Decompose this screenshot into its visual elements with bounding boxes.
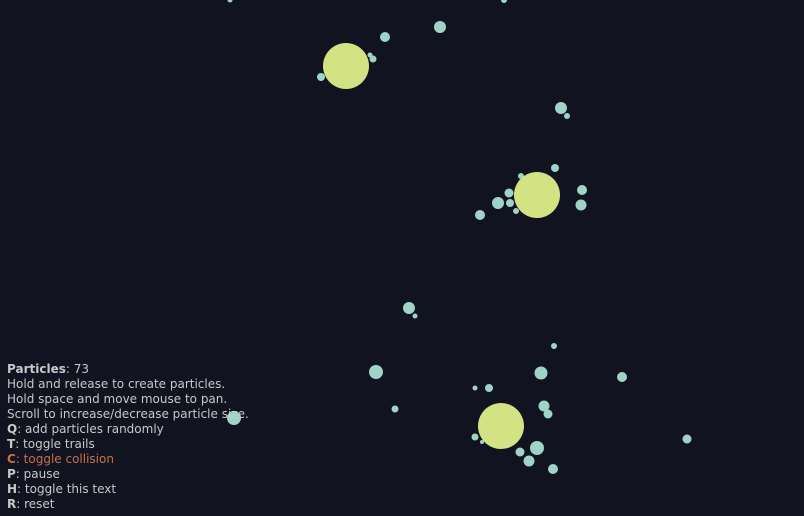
- particle: [472, 385, 478, 391]
- particle: [513, 208, 519, 214]
- particle: [471, 433, 479, 441]
- particle: [369, 365, 383, 379]
- particles-label: Particles: [7, 362, 66, 376]
- particle: [403, 302, 415, 314]
- help-key-p: P: pause: [7, 467, 249, 482]
- particle: [682, 434, 692, 444]
- help-key-r: R: reset: [7, 497, 249, 512]
- key-p-desc: : pause: [15, 467, 60, 481]
- particle: [617, 372, 627, 382]
- help-key-c: C: toggle collision: [7, 452, 249, 467]
- particle: [412, 313, 418, 319]
- key-p-label: P: [7, 467, 16, 481]
- help-create: Hold and release to create particles.: [7, 377, 226, 391]
- particle: [317, 73, 325, 81]
- particle-count-line: Particles: 73: [7, 362, 249, 377]
- key-t-label: T: [7, 437, 16, 451]
- attractor-body: [323, 43, 369, 89]
- particle: [575, 199, 587, 211]
- particle: [369, 55, 377, 63]
- particles-count: 73: [73, 362, 89, 376]
- attractor-body: [478, 403, 524, 449]
- particle: [555, 102, 567, 114]
- help-key-t: T: toggle trails: [7, 437, 249, 452]
- particle: [504, 188, 514, 198]
- particle: [501, 0, 507, 3]
- particle: [380, 32, 390, 42]
- key-c-desc: : toggle collision: [15, 452, 114, 466]
- particle: [434, 21, 446, 33]
- help-overlay: Particles: 73 Hold and release to create…: [7, 362, 249, 512]
- attractor-body: [514, 172, 560, 218]
- simulation-stage[interactable]: Particles: 73 Hold and release to create…: [0, 0, 804, 516]
- particle: [506, 199, 514, 207]
- particle: [548, 464, 558, 474]
- particle: [551, 343, 557, 349]
- help-key-q: Q: add particles randomly: [7, 422, 249, 437]
- help-pan: Hold space and move mouse to pan.: [7, 392, 228, 406]
- particle: [577, 185, 587, 195]
- particle: [551, 164, 559, 172]
- key-q-desc: : add particles randomly: [17, 422, 164, 436]
- particle: [534, 366, 548, 380]
- key-r-desc: : reset: [16, 497, 55, 511]
- particle: [564, 113, 570, 119]
- particle: [543, 409, 553, 419]
- key-r-label: R: [7, 497, 17, 511]
- help-scroll: Scroll to increase/decrease particle siz…: [7, 407, 249, 421]
- key-q-label: Q: [7, 422, 18, 436]
- help-key-h: H: toggle this text: [7, 482, 249, 497]
- key-c-label: C: [7, 452, 16, 466]
- particle: [530, 441, 544, 455]
- particle: [391, 405, 399, 413]
- particle: [475, 210, 485, 220]
- particle: [523, 455, 535, 467]
- particle: [485, 384, 493, 392]
- particles-separator: :: [65, 362, 74, 376]
- particle: [515, 447, 525, 457]
- key-h-label: H: [7, 482, 18, 496]
- particle: [492, 197, 504, 209]
- key-h-desc: : toggle this text: [17, 482, 117, 496]
- particle: [227, 0, 233, 3]
- key-t-desc: : toggle trails: [15, 437, 95, 451]
